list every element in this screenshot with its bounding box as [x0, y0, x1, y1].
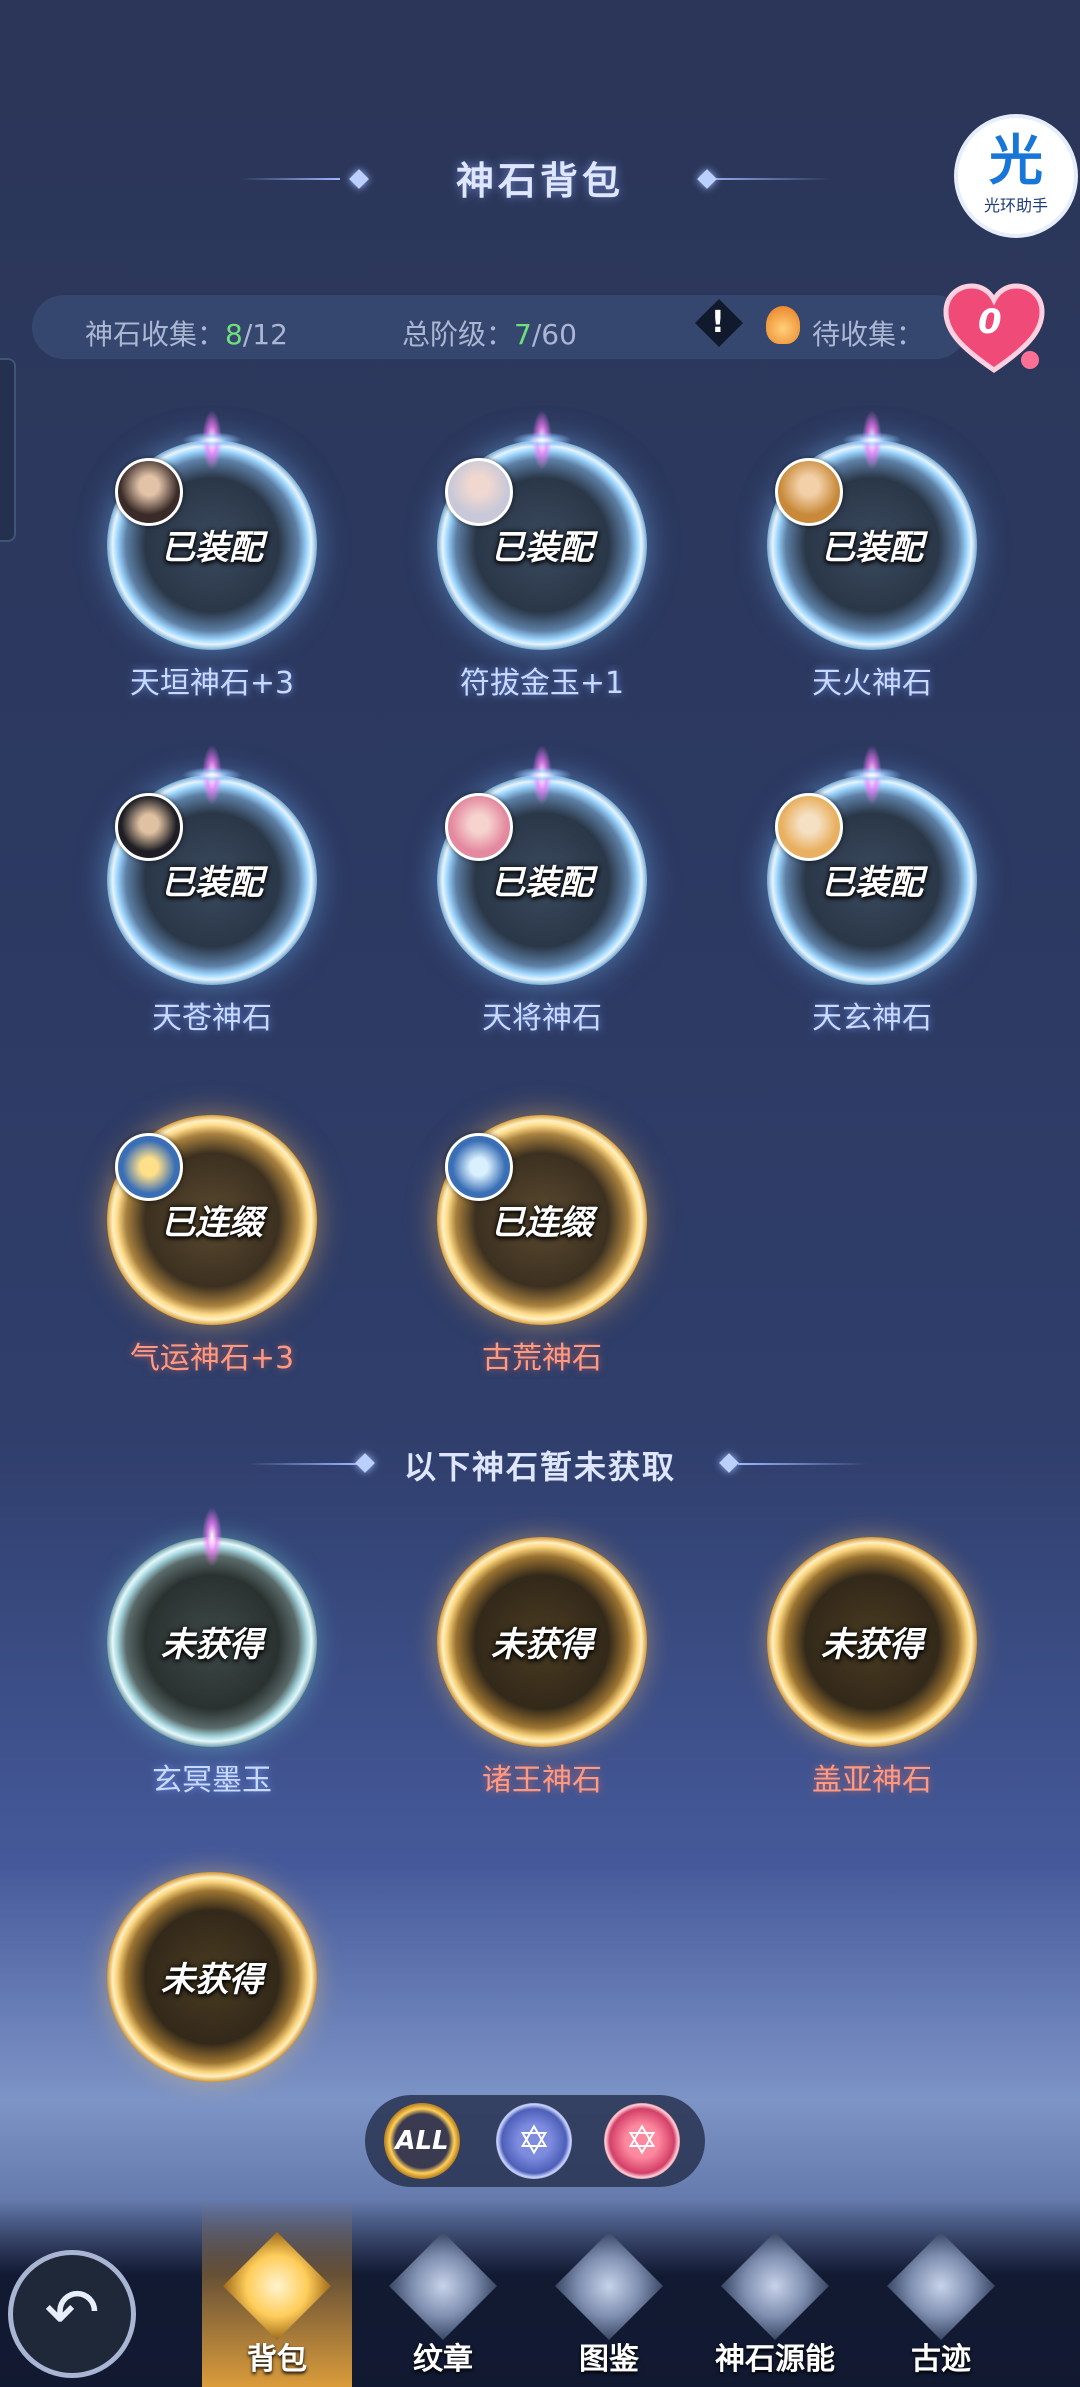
filter-blue-hexagram-icon[interactable]: ✡	[496, 2103, 572, 2179]
nav-label: 纹章	[413, 2342, 473, 2377]
stone-state-label: 未获得	[161, 1960, 263, 2000]
stone-slot[interactable]: 已装配	[107, 410, 317, 650]
catalog-icon	[555, 2232, 663, 2340]
sparkle-icon	[202, 1507, 222, 1567]
page-title: 神石背包	[455, 159, 624, 203]
nav-label: 背包	[247, 2342, 307, 2377]
hero-avatar	[115, 458, 183, 526]
hero-avatar	[115, 793, 183, 861]
stone-slot[interactable]: 未获得	[107, 1507, 317, 1747]
nav-emblem[interactable]: 纹章	[368, 2200, 518, 2387]
info-icon[interactable]: !	[711, 305, 725, 340]
collect-label: 神石收集：	[85, 318, 226, 351]
sparkle-icon	[842, 432, 902, 448]
tier-label: 总阶级：	[402, 318, 515, 351]
nav-label: 古迹	[911, 2342, 971, 2377]
sparkle-icon	[512, 767, 572, 783]
hero-avatar	[445, 458, 513, 526]
stone-name: 天将神石	[482, 1001, 602, 1036]
tier-value: 7	[514, 318, 532, 351]
source-energy-icon	[721, 2232, 829, 2340]
linked-emblem-icon	[445, 1133, 513, 1201]
nav-label: 神石源能	[715, 2342, 835, 2377]
hero-avatar	[445, 793, 513, 861]
sparkle-icon	[512, 432, 572, 448]
relic-icon	[887, 2232, 995, 2340]
stone-name: 气运神石+3	[129, 1341, 295, 1376]
collect-total: /12	[242, 318, 288, 351]
tier-total: /60	[531, 318, 577, 351]
stone-slot[interactable]: 已连缀	[107, 1115, 317, 1325]
linked-emblem-icon	[115, 1133, 183, 1201]
stone-state-label: 已装配	[821, 528, 923, 568]
stone-state-label: 已装配	[821, 863, 923, 903]
stone-state-label: 已装配	[161, 528, 263, 568]
filter-red-hexagram-icon[interactable]: ✡	[604, 2103, 680, 2179]
stone-name: 玄冥墨玉	[152, 1763, 272, 1798]
sparkle-icon	[182, 767, 242, 783]
stone-slot[interactable]: 未获得	[767, 1537, 977, 1747]
nav-label: 图鉴	[579, 2342, 639, 2377]
stone-name: 天苍神石	[152, 1001, 272, 1036]
collect-value: 8	[225, 318, 243, 351]
stone-slot[interactable]: 已装配	[767, 745, 977, 985]
stone-slot[interactable]: 未获得	[107, 1872, 317, 2082]
nav-relic[interactable]: 古迹	[866, 2200, 1016, 2387]
pending-label: 待收集：	[812, 318, 925, 351]
stone-state-label: 已装配	[491, 528, 593, 568]
stone-slot[interactable]: 已装配	[767, 410, 977, 650]
stone-state-label: 已装配	[161, 863, 263, 903]
nav-source-energy[interactable]: 神石源能	[700, 2200, 850, 2387]
helper-logo-icon: 光	[989, 129, 1043, 192]
helper-app-button[interactable]: 光 光环助手	[958, 118, 1074, 234]
helper-label: 光环助手	[983, 196, 1048, 215]
stone-slot[interactable]: 未获得	[437, 1537, 647, 1747]
stone-name: 天火神石	[812, 666, 932, 701]
stone-state-label: 未获得	[821, 1625, 923, 1665]
stone-name: 古荒神石	[482, 1341, 602, 1376]
stone-name: 天玄神石	[812, 1001, 932, 1036]
fire-icon	[766, 306, 800, 344]
side-drawer-handle[interactable]	[0, 358, 16, 542]
nav-backpack[interactable]: 背包	[202, 2200, 352, 2387]
backpack-icon	[223, 2232, 331, 2340]
stone-name: 盖亚神石	[812, 1763, 932, 1798]
sparkle-icon	[842, 767, 902, 783]
heart-count: 0	[978, 302, 1002, 342]
unobtained-divider-label: 以下神石暂未获取	[403, 1448, 676, 1486]
stone-slot[interactable]: 已装配	[107, 745, 317, 985]
emblem-icon	[389, 2232, 497, 2340]
stone-state-label: 已连缀	[161, 1203, 263, 1243]
stone-state-label: 已连缀	[491, 1203, 593, 1243]
hero-avatar	[775, 793, 843, 861]
tier-stat: 总阶级：7/60	[402, 313, 577, 353]
collect-stat: 神石收集：8/12	[85, 313, 288, 353]
filter-all-button[interactable]: ALL	[384, 2103, 460, 2179]
stone-state-label: 已装配	[491, 863, 593, 903]
sparkle-icon	[182, 432, 242, 448]
stone-slot[interactable]: 已装配	[437, 745, 647, 985]
back-arrow-icon[interactable]: ↶	[8, 2250, 136, 2378]
stone-state-label: 未获得	[491, 1625, 593, 1665]
stone-slot[interactable]: 已连缀	[437, 1115, 647, 1325]
stone-slot[interactable]: 已装配	[437, 410, 647, 650]
stone-name: 天垣神石+3	[129, 666, 295, 701]
stone-name: 符拔金玉+1	[459, 666, 625, 701]
hero-avatar	[775, 458, 843, 526]
stone-state-label: 未获得	[161, 1625, 263, 1665]
stone-name: 诸王神石	[482, 1763, 602, 1798]
nav-catalog[interactable]: 图鉴	[534, 2200, 684, 2387]
